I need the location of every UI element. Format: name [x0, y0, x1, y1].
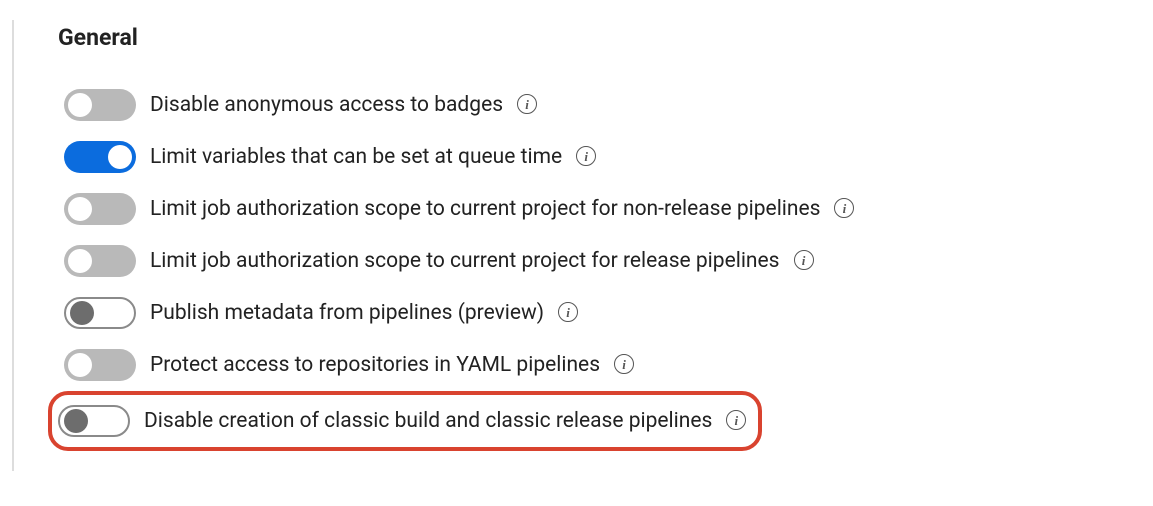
- setting-disable-anonymous-badges: Disable anonymous access to badges i: [58, 79, 1153, 131]
- toggle-knob: [64, 409, 88, 433]
- toggle-knob: [68, 353, 92, 377]
- info-icon[interactable]: i: [726, 410, 746, 430]
- setting-label: Publish metadata from pipelines (preview…: [150, 301, 544, 325]
- section-title: General: [58, 24, 1153, 51]
- info-icon[interactable]: i: [794, 250, 814, 270]
- toggle-protect-repo-access-yaml[interactable]: [64, 349, 136, 381]
- info-icon[interactable]: i: [834, 198, 854, 218]
- info-icon[interactable]: i: [614, 354, 634, 374]
- toggle-knob: [68, 93, 92, 117]
- setting-label: Limit job authorization scope to current…: [150, 197, 820, 221]
- info-icon[interactable]: i: [558, 302, 578, 322]
- toggle-knob: [68, 197, 92, 221]
- setting-label: Disable anonymous access to badges: [150, 93, 503, 117]
- toggle-knob: [68, 249, 92, 273]
- setting-label: Protect access to repositories in YAML p…: [150, 353, 600, 377]
- setting-limit-job-scope-non-release: Limit job authorization scope to current…: [58, 183, 1153, 235]
- toggle-limit-job-scope-release[interactable]: [64, 245, 136, 277]
- highlighted-setting-callout: Disable creation of classic build and cl…: [48, 391, 762, 451]
- toggle-disable-anonymous-badges[interactable]: [64, 89, 136, 121]
- toggle-publish-metadata-preview[interactable]: [64, 297, 136, 329]
- setting-label: Limit job authorization scope to current…: [150, 249, 780, 273]
- setting-label: Limit variables that can be set at queue…: [150, 145, 562, 169]
- toggle-knob: [108, 145, 132, 169]
- info-icon[interactable]: i: [576, 146, 596, 166]
- toggle-disable-classic-pipelines[interactable]: [58, 405, 130, 437]
- setting-publish-metadata-preview: Publish metadata from pipelines (preview…: [58, 287, 1153, 339]
- setting-protect-repo-access-yaml: Protect access to repositories in YAML p…: [58, 339, 1153, 391]
- toggle-limit-variables-queue-time[interactable]: [64, 141, 136, 173]
- setting-limit-job-scope-release: Limit job authorization scope to current…: [58, 235, 1153, 287]
- toggle-limit-job-scope-non-release[interactable]: [64, 193, 136, 225]
- setting-label: Disable creation of classic build and cl…: [144, 409, 712, 433]
- settings-general-section: General Disable anonymous access to badg…: [12, 20, 1153, 471]
- info-icon[interactable]: i: [517, 94, 537, 114]
- setting-limit-variables-queue-time: Limit variables that can be set at queue…: [58, 131, 1153, 183]
- setting-disable-classic-pipelines: Disable creation of classic build and cl…: [54, 399, 750, 443]
- toggle-knob: [70, 301, 94, 325]
